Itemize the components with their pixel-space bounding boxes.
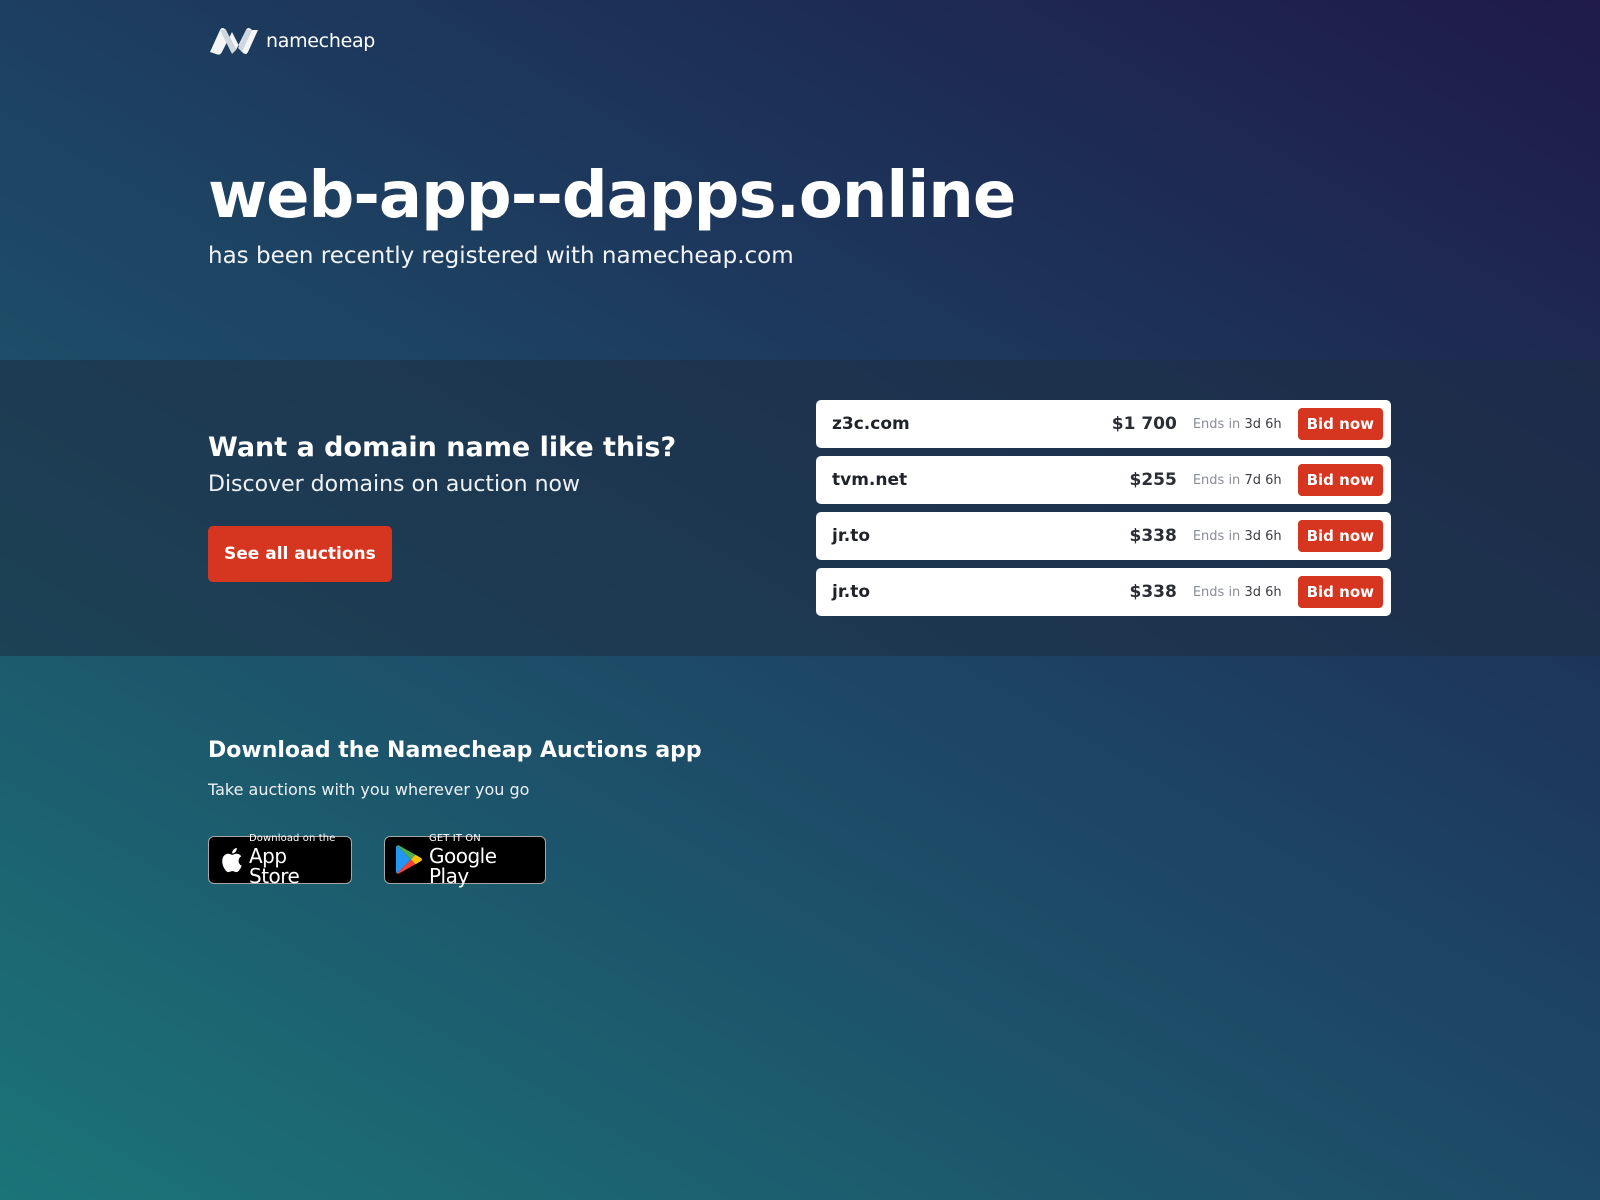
domain-subtitle: has been recently registered with namech… — [208, 243, 794, 269]
auction-promo-title: Want a domain name like this? — [208, 432, 677, 463]
auction-price: $1 700 — [1111, 414, 1177, 434]
domain-title: web-app--dapps.online — [208, 159, 1016, 233]
bid-now-button[interactable]: Bid now — [1297, 408, 1383, 440]
auction-price: $338 — [1129, 582, 1177, 602]
auction-domain[interactable]: z3c.com — [832, 414, 1112, 434]
bid-now-button[interactable]: Bid now — [1297, 520, 1383, 552]
brand-name: namecheap — [266, 30, 376, 52]
ends-time: 3d 6h — [1244, 584, 1282, 600]
google-play-text: GET IT ON Google Play — [429, 833, 535, 888]
ends-time: 3d 6h — [1244, 528, 1282, 544]
ends-prefix: Ends in — [1192, 416, 1241, 432]
auction-ends: Ends in 3d 6h — [1193, 585, 1282, 600]
google-play-big-text: Google Play — [429, 844, 497, 888]
app-subtitle: Take auctions with you wherever you go — [208, 780, 530, 799]
see-all-auctions-button[interactable]: See all auctions — [208, 526, 392, 582]
ends-prefix: Ends in — [1192, 528, 1241, 544]
store-badges: Download on the App Store GET IT ON Goog… — [208, 833, 1392, 888]
namecheap-logo-icon — [210, 28, 258, 55]
apple-icon — [219, 846, 243, 874]
auction-promo: Want a domain name like this? Discover d… — [208, 428, 768, 582]
auction-ends: Ends in 3d 6h — [1193, 529, 1282, 544]
bid-now-button[interactable]: Bid now — [1297, 464, 1383, 496]
auction-row[interactable]: z3c.com $1 700 Ends in 3d 6h Bid now — [816, 400, 1391, 448]
google-play-small-text: GET IT ON — [429, 833, 481, 844]
auction-list: z3c.com $1 700 Ends in 3d 6h Bid now tvm… — [816, 400, 1391, 624]
ends-prefix: Ends in — [1192, 472, 1241, 488]
hero-section: web-app--dapps.online has been recently … — [208, 152, 1392, 272]
google-play-icon — [395, 844, 423, 876]
header: namecheap — [208, 24, 1392, 58]
auction-row[interactable]: tvm.net $255 Ends in 7d 6h Bid now — [816, 456, 1391, 504]
app-store-small-text: Download on the — [249, 833, 336, 844]
auction-ends: Ends in 3d 6h — [1193, 417, 1282, 432]
namecheap-logo[interactable]: namecheap — [208, 26, 375, 56]
auction-promo-subtitle: Discover domains on auction now — [208, 472, 580, 497]
app-store-text: Download on the App Store — [249, 833, 341, 888]
ends-prefix: Ends in — [1192, 584, 1241, 600]
ends-time: 7d 6h — [1244, 472, 1282, 488]
bid-now-button[interactable]: Bid now — [1297, 576, 1383, 608]
auction-domain[interactable]: jr.to — [832, 582, 1130, 602]
auction-ends: Ends in 7d 6h — [1193, 473, 1282, 488]
google-play-badge[interactable]: GET IT ON Google Play — [384, 833, 546, 888]
auction-domain[interactable]: jr.to — [832, 526, 1130, 546]
auction-domain[interactable]: tvm.net — [832, 470, 1130, 490]
ends-time: 3d 6h — [1244, 416, 1282, 432]
app-title: Download the Namecheap Auctions app — [208, 738, 702, 763]
auction-price: $255 — [1129, 470, 1177, 490]
auction-price: $338 — [1129, 526, 1177, 546]
auction-row[interactable]: jr.to $338 Ends in 3d 6h Bid now — [816, 512, 1391, 560]
auction-row[interactable]: jr.to $338 Ends in 3d 6h Bid now — [816, 568, 1391, 616]
app-store-big-text: App Store — [249, 844, 300, 888]
app-store-badge[interactable]: Download on the App Store — [208, 833, 352, 888]
app-section: Download the Namecheap Auctions app Take… — [208, 734, 1392, 888]
